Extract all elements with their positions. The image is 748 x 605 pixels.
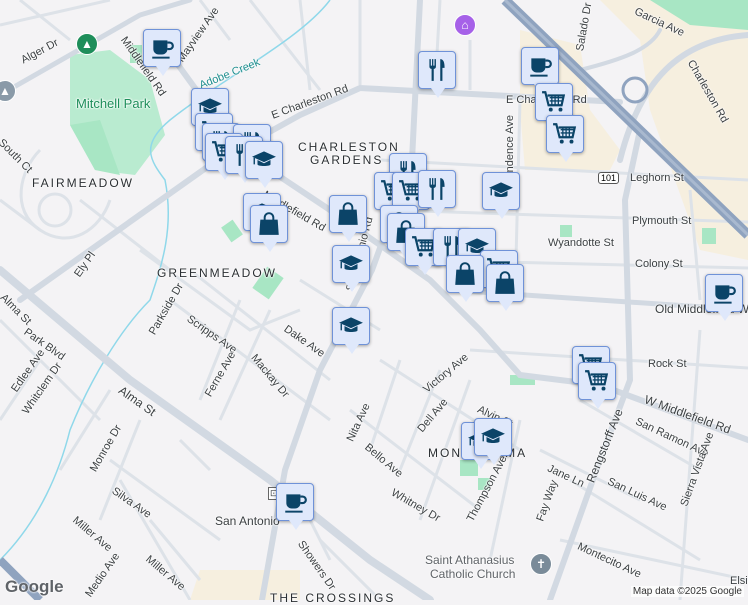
bag-marker[interactable] — [446, 255, 484, 302]
transit-station-label[interactable]: San Antonio — [215, 514, 280, 528]
coffee-marker[interactable] — [143, 29, 181, 76]
bag-icon — [492, 270, 518, 296]
place-label[interactable]: Catholic Church — [430, 567, 515, 581]
coffee-icon — [711, 280, 737, 306]
bag-marker[interactable] — [329, 195, 367, 242]
bag-icon — [452, 261, 478, 287]
neighborhood-label: FAIRMEADOW — [32, 176, 135, 190]
cart-icon — [584, 368, 610, 394]
street-label: Leghorn St — [630, 172, 684, 184]
highway-shield-101: 101 — [598, 172, 620, 184]
neighborhood-label: CHARLESTON — [298, 140, 400, 154]
restaurant-icon — [424, 176, 450, 202]
school-icon — [338, 313, 364, 339]
coffee-marker[interactable] — [705, 274, 743, 321]
restaurant-marker[interactable] — [418, 51, 456, 98]
cart-icon — [552, 121, 578, 147]
bag-marker[interactable] — [250, 205, 288, 252]
coffee-icon — [527, 53, 553, 79]
google-logo: Google — [5, 577, 64, 596]
school-marker[interactable] — [482, 172, 520, 219]
neighborhood-label: GARDENS — [310, 153, 384, 167]
street-label: Wyandotte St — [548, 237, 614, 249]
school-marker[interactable] — [474, 418, 512, 465]
restaurant-marker[interactable] — [418, 170, 456, 217]
school-marker[interactable] — [245, 141, 283, 188]
place-label[interactable]: Saint Athanasius — [425, 553, 514, 567]
school-icon — [488, 178, 514, 204]
restaurant-icon — [424, 57, 450, 83]
map-canvas[interactable] — [0, 0, 748, 600]
coffee-icon — [149, 35, 175, 61]
neighborhood-label: GREENMEADOW — [157, 266, 278, 280]
park-tree-icon[interactable]: ▲ — [76, 33, 98, 55]
cart-marker[interactable] — [578, 362, 616, 409]
coffee-icon — [282, 489, 308, 515]
school-marker[interactable] — [332, 245, 370, 292]
neighborhood-label: THE CROSSINGS — [270, 591, 396, 605]
street-label: Colony St — [635, 258, 683, 270]
park-label: Mitchell Park — [76, 96, 151, 111]
cart-icon — [541, 89, 567, 115]
map-attribution[interactable]: Map data ©2025 Google — [630, 586, 744, 597]
street-label: Plymouth St — [632, 215, 692, 227]
coffee-marker[interactable] — [276, 483, 314, 530]
school-icon — [251, 147, 277, 173]
church-cross-icon[interactable]: ✝ — [530, 553, 552, 575]
bag-icon — [335, 201, 361, 227]
street-label: Rock St — [648, 358, 687, 370]
bag-marker[interactable] — [486, 264, 524, 311]
cart-marker[interactable] — [546, 115, 584, 162]
school-icon — [480, 424, 506, 450]
museum-icon[interactable]: ⌂ — [454, 14, 476, 36]
school-icon — [338, 251, 364, 277]
school-marker[interactable] — [332, 307, 370, 354]
bag-icon — [256, 211, 282, 237]
coffee-marker[interactable] — [521, 47, 559, 94]
